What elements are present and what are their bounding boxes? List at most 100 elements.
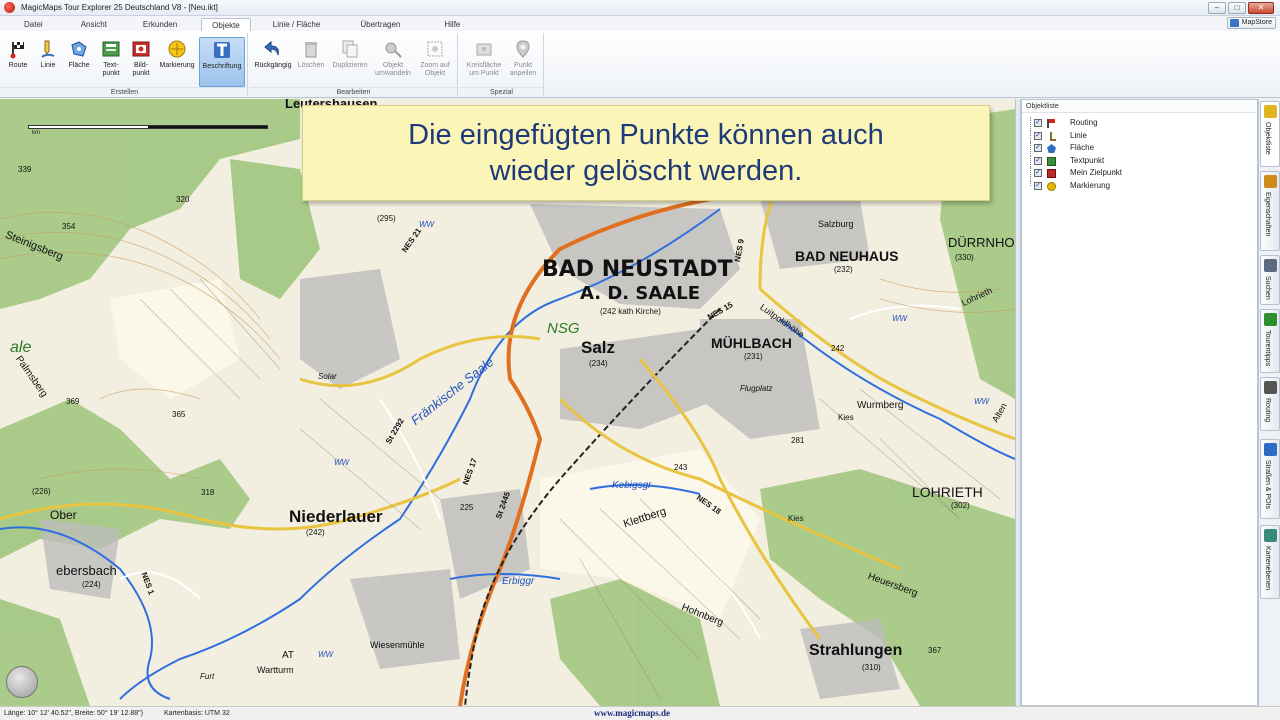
label-ebersbach-elev: (224) xyxy=(82,580,101,589)
info-icon xyxy=(1264,443,1277,456)
object-item-markierung[interactable]: ✓ Markierung xyxy=(1022,179,1257,193)
undo-icon xyxy=(264,40,279,56)
area-tool-icon xyxy=(71,41,87,57)
routing-flag-icon xyxy=(1047,119,1056,128)
convert-object-icon xyxy=(385,42,402,58)
tab-objektliste[interactable]: Objektliste xyxy=(1260,101,1280,167)
elev-318: 318 xyxy=(201,488,215,497)
visibility-checkbox[interactable]: ✓ xyxy=(1034,156,1042,165)
photo-point-icon xyxy=(1047,169,1056,178)
route-button[interactable]: Route xyxy=(4,37,32,87)
markierung-label: Markierung xyxy=(159,62,195,69)
rueckgaengig-button[interactable]: Rückgängig xyxy=(254,37,292,87)
elev-242: 242 xyxy=(831,344,845,353)
object-label: Mein Zielpunkt xyxy=(1070,168,1123,177)
status-map-basis: Kartenbasis: UTM 32 xyxy=(164,710,230,717)
tab-ansicht[interactable]: Ansicht xyxy=(71,18,117,31)
label-solar: Solar xyxy=(318,372,337,381)
elev-226: (226) xyxy=(32,487,51,496)
loeschen-button[interactable]: Löschen xyxy=(296,37,326,87)
objekt-umwandeln-button[interactable]: Objekt umwandeln xyxy=(374,37,412,87)
status-bar: Länge: 10° 12' 40.52", Breite: 50° 19' 1… xyxy=(0,706,1280,720)
textpoint-tool-icon xyxy=(102,41,120,57)
label-ww-3: WW xyxy=(892,314,908,323)
map-layers-icon xyxy=(1264,529,1277,542)
globe-navigation-icon[interactable] xyxy=(6,666,38,698)
mapstore-button[interactable]: MapStore xyxy=(1226,17,1276,29)
group-title-spezial: Spezial xyxy=(460,87,543,96)
textpunkt-button[interactable]: Text- punkt xyxy=(97,37,125,87)
linie-button[interactable]: Linie xyxy=(35,37,61,87)
visibility-checkbox[interactable]: ✓ xyxy=(1034,119,1042,127)
folder-list-icon xyxy=(1264,105,1277,118)
visibility-checkbox[interactable]: ✓ xyxy=(1034,131,1042,140)
minimize-button[interactable]: – xyxy=(1208,2,1226,14)
tab-strassen-pois[interactable]: Straßen & POIs xyxy=(1260,439,1280,519)
scale-bar: km xyxy=(28,123,268,136)
marker-tool-icon xyxy=(168,40,186,58)
object-label: Markierung xyxy=(1070,180,1111,190)
elev-281: 281 xyxy=(791,436,805,445)
group-title-erstellen: Erstellen xyxy=(2,87,247,96)
circle-area-icon xyxy=(476,43,492,56)
tab-uebertragen[interactable]: Übertragen xyxy=(350,18,410,31)
tab-tourentipps-label: Tourentipps xyxy=(1264,330,1271,367)
tab-hilfe[interactable]: Hilfe xyxy=(434,18,470,31)
elev-365: 365 xyxy=(172,410,186,419)
tab-routing[interactable]: Routing xyxy=(1260,377,1280,431)
kreisflaeche-button[interactable]: Kreisfläche um Punkt xyxy=(464,37,504,87)
duplizieren-button[interactable]: Duplizieren xyxy=(330,37,370,87)
tab-objekte[interactable]: Objekte xyxy=(201,18,251,31)
label-bad-neustadt-sub: (242 kath Kirche) xyxy=(600,307,661,316)
route-flag-icon xyxy=(10,42,24,59)
scale-bar-graphic xyxy=(28,125,268,129)
bildpunkt-button[interactable]: Bild- punkt xyxy=(127,37,155,87)
label-bad-neustadt-2: A. D. SAALE xyxy=(580,283,701,304)
label-bad-neustadt-1: BAD NEUSTADT xyxy=(542,257,733,282)
object-item-routing[interactable]: ✓ Routing xyxy=(1022,117,1257,130)
object-item-flaeche[interactable]: ✓ Fläche xyxy=(1022,142,1257,155)
object-item-textpunkt[interactable]: ✓ Textpunkt xyxy=(1022,154,1257,168)
tab-kartenebenen[interactable]: Kartenebenen xyxy=(1260,525,1280,599)
menu-tabs: Datei Ansicht Erkunden Objekte Linie / F… xyxy=(0,16,1280,31)
callout-line-2: wieder gelöscht werden. xyxy=(489,155,803,187)
close-button[interactable]: ✕ xyxy=(1248,2,1274,14)
tutorial-callout: Die eingefügten Punkte können auch wiede… xyxy=(302,105,990,201)
label-at: AT xyxy=(282,650,295,661)
object-item-mein-zielpunkt[interactable]: ✓ Mein Zielpunkt xyxy=(1022,167,1257,180)
visibility-checkbox[interactable]: ✓ xyxy=(1034,169,1042,177)
tab-tourentipps[interactable]: Tourentipps xyxy=(1260,309,1280,373)
label-salz: Salz xyxy=(581,338,616,357)
tab-eigenschaften[interactable]: Eigenschaften xyxy=(1260,171,1280,251)
elev-320: 320 xyxy=(176,195,190,204)
status-website[interactable]: www.magicmaps.de xyxy=(594,707,670,720)
flaeche-button[interactable]: Fläche xyxy=(64,37,94,87)
beschriftung-button[interactable]: Beschriftung xyxy=(199,37,245,87)
topographic-map[interactable]: km Leutershausen BAD NEUSTADT A. D. SAAL… xyxy=(0,99,1015,706)
visibility-checkbox[interactable]: ✓ xyxy=(1034,181,1042,190)
object-item-linie[interactable]: ✓ Linie xyxy=(1022,129,1257,143)
line-tool-icon xyxy=(41,40,55,58)
duplicate-icon xyxy=(342,40,358,58)
maximize-button[interactable]: □ xyxy=(1228,2,1246,14)
beschriftung-label: Beschriftung xyxy=(202,63,242,70)
app-logo-icon xyxy=(4,2,15,13)
tab-suchen[interactable]: Suchen xyxy=(1260,255,1280,305)
tab-linie-flaeche[interactable]: Linie / Fläche xyxy=(263,18,331,31)
zoom-auf-objekt-button[interactable]: Zoom auf Objekt xyxy=(416,37,454,87)
punkt-anpeilen-button[interactable]: Punkt anpeilen xyxy=(506,37,540,87)
window-controls: – □ ✕ xyxy=(1208,2,1274,14)
tab-erkunden[interactable]: Erkunden xyxy=(133,18,187,31)
label-salz-elev: (234) xyxy=(589,359,608,368)
tab-suchen-label: Suchen xyxy=(1264,276,1271,300)
elev-243: 243 xyxy=(674,463,688,472)
object-label: Routing xyxy=(1070,118,1098,127)
label-text-icon xyxy=(214,42,230,58)
visibility-checkbox[interactable]: ✓ xyxy=(1034,144,1042,152)
markierung-button[interactable]: Markierung xyxy=(157,37,197,87)
tab-datei[interactable]: Datei xyxy=(14,18,53,31)
label-flugplatz: Flugplatz xyxy=(740,384,773,393)
label-furt: Furt xyxy=(200,672,215,681)
punkt-anpeilen-label: Punkt anpeilen xyxy=(509,62,537,77)
label-saale-left: ale xyxy=(10,339,32,356)
